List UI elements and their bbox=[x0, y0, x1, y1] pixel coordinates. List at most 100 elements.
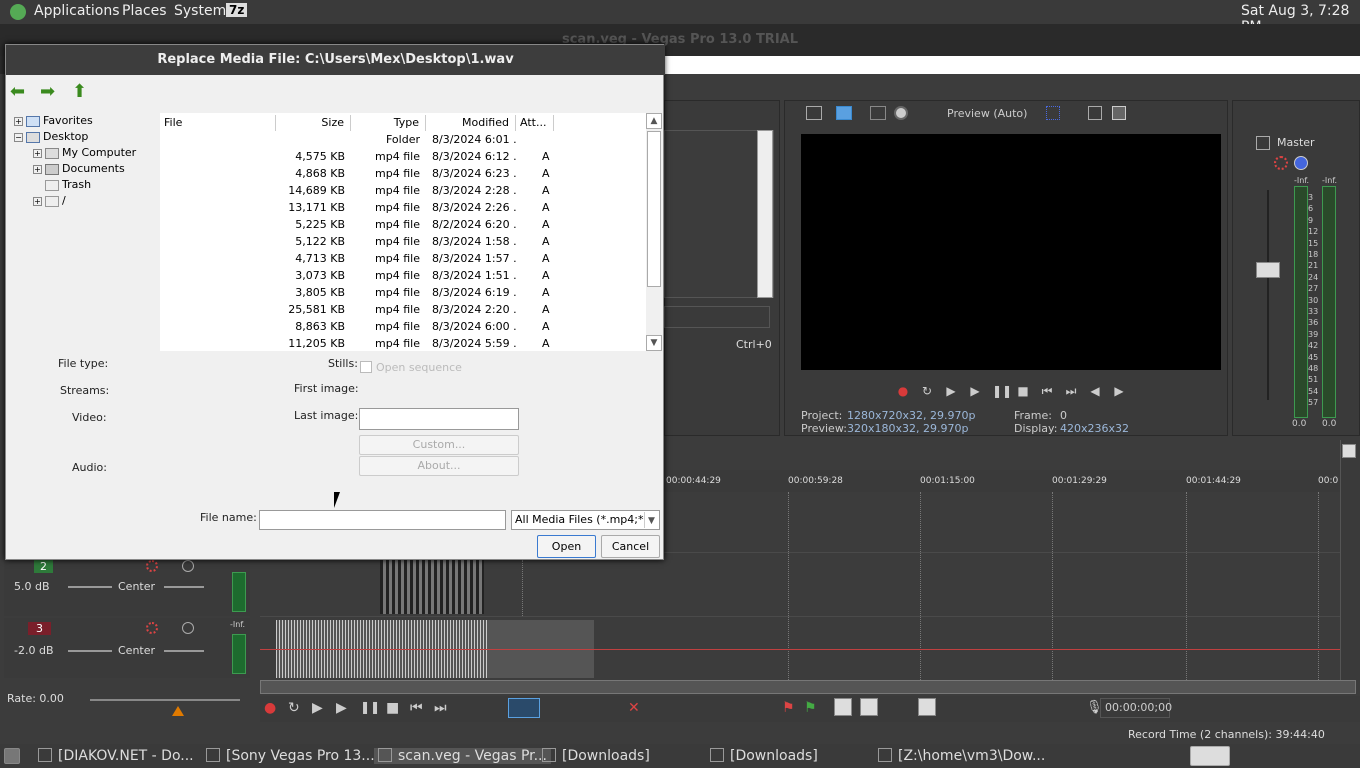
save-snapshot-icon[interactable] bbox=[1112, 106, 1126, 120]
video-event-clip[interactable] bbox=[380, 560, 484, 614]
file-row[interactable]: Sony Vegas Pro ...Folder8/3/2024 6:01 ..… bbox=[160, 131, 646, 148]
scroll-thumb[interactable] bbox=[647, 131, 661, 287]
taskbar-item[interactable]: [Sony Vegas Pro 13.... bbox=[206, 748, 379, 764]
play-from-start-icon[interactable]: ▶ bbox=[944, 384, 958, 398]
go-start-button[interactable]: ⏮ bbox=[410, 700, 423, 716]
track-volume-value[interactable]: -2.0 dB bbox=[14, 644, 54, 657]
loop-icon[interactable]: ↻ bbox=[920, 384, 934, 398]
open-button[interactable]: Open bbox=[537, 535, 596, 558]
up-folder-icon[interactable]: ⬆ bbox=[72, 83, 92, 101]
lock-envelopes-icon[interactable] bbox=[918, 698, 936, 716]
stop-button[interactable]: ■ bbox=[386, 700, 399, 716]
file-row[interactable]: friday.mp43,073 KBmp4 file8/3/2024 1:51 … bbox=[160, 267, 646, 284]
column-header-modified[interactable]: Modified bbox=[426, 115, 516, 131]
track-mute-icon[interactable] bbox=[182, 622, 194, 634]
about-button[interactable]: About... bbox=[359, 456, 519, 476]
region-icon[interactable]: ⚑ bbox=[804, 700, 817, 716]
track-header-2[interactable]: 2 5.0 dB Center bbox=[4, 556, 250, 616]
grid-icon[interactable] bbox=[1046, 106, 1060, 120]
record-button[interactable]: ● bbox=[264, 700, 276, 716]
overlay-icon[interactable] bbox=[894, 106, 908, 120]
tree-item-trash[interactable]: Trash bbox=[45, 177, 91, 193]
workspace-switcher[interactable] bbox=[1190, 746, 1230, 766]
delete-icon[interactable]: ✕ bbox=[628, 700, 640, 716]
system-menu[interactable]: System bbox=[174, 3, 226, 19]
tree-item-documents[interactable]: + Documents bbox=[33, 161, 125, 177]
timeline-h-scrollbar[interactable] bbox=[260, 680, 1356, 694]
expand-icon[interactable]: + bbox=[14, 116, 23, 126]
track-pan-value[interactable]: Center bbox=[118, 644, 155, 657]
video-output-icon[interactable] bbox=[836, 106, 852, 120]
taskbar-item[interactable]: [Downloads] bbox=[710, 748, 818, 764]
snapping-icon[interactable] bbox=[834, 698, 852, 716]
tree-item-my-computer[interactable]: + My Computer bbox=[33, 145, 136, 161]
last-image-input[interactable] bbox=[359, 408, 519, 430]
play-from-start-button[interactable]: ▶ bbox=[312, 700, 323, 716]
preview-properties-icon[interactable] bbox=[806, 106, 822, 120]
tree-item-root[interactable]: + / bbox=[33, 193, 66, 209]
marker-icon[interactable]: ⚑ bbox=[782, 700, 795, 716]
normal-edit-tool[interactable] bbox=[508, 698, 540, 718]
open-sequence-checkbox[interactable] bbox=[360, 361, 372, 373]
play-icon[interactable]: ▶ bbox=[968, 384, 982, 398]
file-row[interactable]: friday scan x3.m...5,122 KBmp4 file8/3/2… bbox=[160, 233, 646, 250]
file-row[interactable]: friday scan.mp44,713 KBmp4 file8/3/2024 … bbox=[160, 250, 646, 267]
pause-button[interactable]: ❚❚ bbox=[360, 700, 380, 714]
file-type-filter-select[interactable]: All Media Files (*.mp4;*.m ▼ bbox=[511, 510, 660, 530]
timeline-ruler[interactable]: 00:00:44:29 00:00:59:28 00:01:15:00 00:0… bbox=[660, 470, 1340, 492]
master-fader-handle[interactable] bbox=[1256, 262, 1280, 278]
timecode-display[interactable]: 00:00:00;00 bbox=[1100, 698, 1172, 718]
pin-icon[interactable] bbox=[1342, 444, 1356, 458]
record-icon[interactable]: ● bbox=[896, 384, 910, 398]
taskbar-item[interactable]: scan.veg - Vegas Pr... bbox=[374, 748, 551, 764]
preview-quality-dropdown[interactable]: Preview (Auto) bbox=[947, 107, 1027, 120]
track-volume-value[interactable]: 5.0 dB bbox=[14, 580, 50, 593]
forward-arrow-icon[interactable]: ➡ bbox=[40, 83, 60, 101]
file-row[interactable]: the-princess-jos...8,863 KBmp4 file8/3/2… bbox=[160, 318, 646, 335]
track-header-3[interactable]: 3 -2.0 dB Center -Inf. bbox=[4, 618, 250, 678]
expand-icon[interactable]: + bbox=[33, 148, 42, 158]
volume-slider[interactable] bbox=[68, 650, 112, 652]
track-pan-value[interactable]: Center bbox=[118, 580, 155, 593]
split-screen-icon[interactable] bbox=[870, 106, 886, 120]
file-row[interactable]: 556.mp414,689 KBmp4 file8/3/2024 2:28 ..… bbox=[160, 182, 646, 199]
file-list[interactable]: File Size Type Modified Att... Sony Vega… bbox=[160, 113, 646, 351]
tree-item-favorites[interactable]: + Favorites bbox=[14, 113, 93, 129]
file-name-input[interactable] bbox=[259, 510, 506, 530]
pause-icon[interactable]: ❚❚ bbox=[992, 384, 1012, 398]
file-row[interactable]: the-princess-jos...11,205 KBmp4 file8/3/… bbox=[160, 335, 646, 352]
play-button[interactable]: ▶ bbox=[336, 700, 347, 716]
show-desktop-icon[interactable] bbox=[4, 748, 20, 764]
auto-ripple-icon[interactable] bbox=[860, 698, 878, 716]
master-fx-icon[interactable] bbox=[1274, 156, 1288, 170]
column-header-type[interactable]: Type bbox=[351, 115, 426, 131]
explorer-scrollbar[interactable] bbox=[757, 130, 773, 298]
file-row[interactable]: 37 v2.mp44,868 KBmp4 file8/3/2024 6:23 .… bbox=[160, 165, 646, 182]
stop-icon[interactable]: ■ bbox=[1016, 384, 1030, 398]
column-header-size[interactable]: Size bbox=[276, 115, 351, 131]
file-row[interactable]: 35.mp44,575 KBmp4 file8/3/2024 6:12 ...A bbox=[160, 148, 646, 165]
file-row[interactable]: friday scan x2.m...5,225 KBmp4 file8/2/2… bbox=[160, 216, 646, 233]
loop-button[interactable]: ↻ bbox=[288, 700, 300, 716]
tree-item-desktop[interactable]: − Desktop bbox=[14, 129, 88, 145]
copy-snapshot-icon[interactable] bbox=[1088, 106, 1102, 120]
expand-icon[interactable]: + bbox=[33, 164, 42, 174]
track-mute-icon[interactable] bbox=[182, 560, 194, 572]
column-header-attributes[interactable]: Att... bbox=[516, 115, 554, 131]
file-list-scrollbar[interactable]: ▲ ▼ bbox=[646, 113, 662, 351]
column-header-file[interactable]: File bbox=[164, 115, 276, 131]
collapse-icon[interactable]: − bbox=[14, 132, 23, 142]
previous-frame-icon[interactable]: ◀ bbox=[1088, 384, 1102, 398]
rate-slider[interactable] bbox=[90, 699, 240, 701]
taskbar-item[interactable]: [Z:\home\vm3\Dow... bbox=[878, 748, 1045, 764]
track-fx-icon[interactable] bbox=[146, 622, 158, 634]
file-row[interactable]: inuyasha scan^...3,805 KBmp4 file8/3/202… bbox=[160, 284, 646, 301]
go-end-button[interactable]: ⏭ bbox=[434, 700, 447, 716]
scroll-up-arrow[interactable]: ▲ bbox=[646, 113, 662, 129]
next-frame-icon[interactable]: ▶ bbox=[1112, 384, 1126, 398]
custom-button[interactable]: Custom... bbox=[359, 435, 519, 455]
back-arrow-icon[interactable]: ⬅ bbox=[10, 83, 30, 101]
volume-slider[interactable] bbox=[68, 586, 112, 588]
file-row[interactable]: 55i.mp413,171 KBmp4 file8/3/2024 2:26 ..… bbox=[160, 199, 646, 216]
scroll-down-arrow[interactable]: ▼ bbox=[646, 335, 662, 351]
